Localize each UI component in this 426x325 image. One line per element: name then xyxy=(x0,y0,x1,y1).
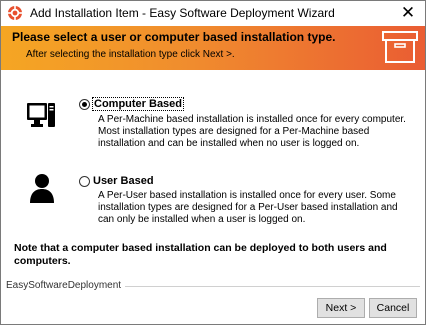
next-button[interactable]: Next > xyxy=(317,298,365,318)
user-based-label[interactable]: User Based xyxy=(93,175,154,187)
app-logo-icon xyxy=(7,5,23,21)
computer-icon xyxy=(27,103,55,127)
user-based-radio-button[interactable] xyxy=(79,175,90,187)
user-based-radio[interactable]: User Based xyxy=(79,175,154,187)
computer-based-label[interactable]: Computer Based xyxy=(91,97,185,111)
banner-title: Please select a user or computer based i… xyxy=(12,30,336,44)
box-icon xyxy=(382,31,418,63)
header-banner: Please select a user or computer based i… xyxy=(1,26,425,70)
computer-based-radio[interactable]: Computer Based xyxy=(79,97,185,111)
title-bar: Add Installation Item - Easy Software De… xyxy=(1,1,425,26)
window-title: Add Installation Item - Easy Software De… xyxy=(30,6,335,20)
user-icon xyxy=(30,174,54,203)
deployment-note: Note that a computer based installation … xyxy=(14,242,387,267)
banner-subtitle: After selecting the installation type cl… xyxy=(26,49,235,60)
user-based-description: A Per-User based installation is install… xyxy=(98,190,398,225)
computer-based-radio-button[interactable] xyxy=(79,98,90,110)
wizard-window: Add Installation Item - Easy Software De… xyxy=(0,0,426,325)
footer-brand: EasySoftwareDeployment xyxy=(6,280,126,291)
computer-based-description: A Per-Machine based installation is inst… xyxy=(98,114,406,149)
cancel-button[interactable]: Cancel xyxy=(369,298,417,318)
close-button[interactable]: ✕ xyxy=(391,1,425,26)
